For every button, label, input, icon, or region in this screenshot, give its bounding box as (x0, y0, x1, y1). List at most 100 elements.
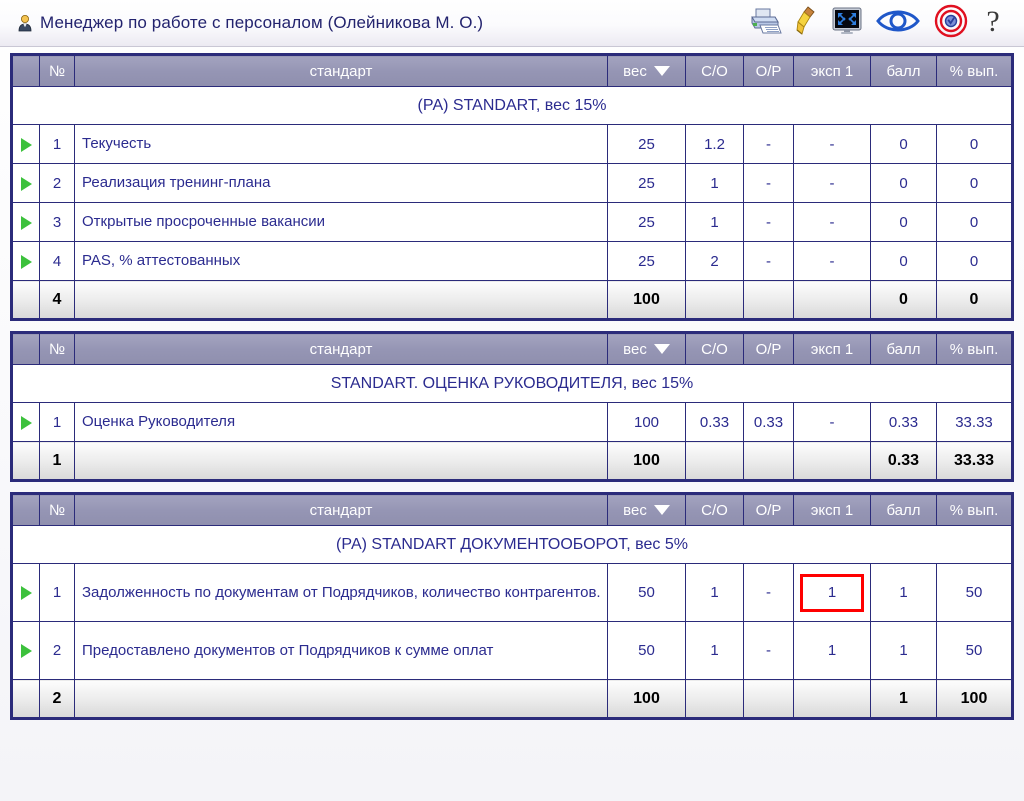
table-row[interactable]: 1 Текучесть 25 1.2 - - 0 0 (12, 124, 1012, 164)
column-header-standard[interactable]: стандарт (74, 333, 608, 365)
cell-op[interactable]: - (743, 124, 794, 164)
group-title: STANDART. ОЦЕНКА РУКОВОДИТЕЛЯ, вес 15% (12, 364, 1012, 403)
cell-standard[interactable]: Открытые просроченные вакансии (74, 202, 608, 242)
column-header-exp1[interactable]: эксп 1 (793, 55, 871, 87)
brush-icon[interactable] (796, 5, 818, 41)
row-select-arrow-cell[interactable] (12, 563, 40, 622)
cell-exp1[interactable]: - (793, 402, 871, 442)
column-header-proc[interactable]: % вып. (936, 333, 1012, 365)
fullscreen-icon[interactable] (832, 7, 862, 40)
cell-op[interactable]: - (743, 563, 794, 622)
kpi-grid-area: № стандарт вес С/О О/Р эксп 1 балл % вып… (0, 47, 1024, 720)
cell-op[interactable]: - (743, 621, 794, 680)
total-op (743, 441, 794, 480)
column-header-op[interactable]: О/Р (743, 55, 794, 87)
column-header-exp1[interactable]: эксп 1 (793, 494, 871, 526)
cell-so[interactable]: 1.2 (685, 124, 744, 164)
total-ves: 100 (607, 441, 686, 480)
row-select-arrow-cell[interactable] (12, 241, 40, 281)
cell-standard[interactable]: PAS, % аттестованных (74, 241, 608, 281)
print-icon[interactable] (748, 6, 782, 41)
total-exp1 (793, 441, 871, 480)
cell-so[interactable]: 1 (685, 202, 744, 242)
column-header-standard[interactable]: стандарт (74, 55, 608, 87)
table-row[interactable]: 1 Оценка Руководителя 100 0.33 0.33 - 0.… (12, 402, 1012, 442)
cell-op[interactable]: - (743, 202, 794, 242)
table-row[interactable]: 4 PAS, % аттестованных 25 2 - - 0 0 (12, 241, 1012, 281)
cell-ves[interactable]: 50 (607, 563, 686, 622)
cell-so[interactable]: 0.33 (685, 402, 744, 442)
total-arrow-cell (12, 280, 40, 319)
column-header-ball[interactable]: балл (870, 494, 937, 526)
kpi-window: Менеджер по работе с персоналом (Олейник… (0, 0, 1024, 801)
column-header-ves[interactable]: вес (607, 55, 686, 87)
column-header-ves[interactable]: вес (607, 494, 686, 526)
sort-descending-icon (653, 66, 670, 76)
cell-so[interactable]: 1 (685, 163, 744, 203)
cell-standard[interactable]: Задолженность по документам от Подрядчик… (74, 563, 608, 622)
cell-standard[interactable]: Реализация тренинг-плана (74, 163, 608, 203)
cell-ves[interactable]: 50 (607, 621, 686, 680)
cell-ves[interactable]: 25 (607, 202, 686, 242)
cell-exp1[interactable]: - (793, 163, 871, 203)
cell-standard[interactable]: Предоставлено документов от Подрядчиков … (74, 621, 608, 680)
total-standard (74, 679, 608, 718)
column-header-so[interactable]: С/О (685, 333, 744, 365)
play-arrow-icon (20, 415, 32, 430)
cell-ves[interactable]: 25 (607, 163, 686, 203)
cell-exp1[interactable]: - (793, 124, 871, 164)
row-select-arrow-cell[interactable] (12, 163, 40, 203)
row-select-arrow-cell[interactable] (12, 202, 40, 242)
cell-exp1[interactable]: 1 (793, 621, 871, 680)
column-header-num[interactable]: № (39, 55, 75, 87)
column-header-ball[interactable]: балл (870, 55, 937, 87)
row-select-arrow-cell[interactable] (12, 621, 40, 680)
cell-ves[interactable]: 100 (607, 402, 686, 442)
cell-exp1[interactable]: - (793, 202, 871, 242)
row-select-arrow-cell[interactable] (12, 402, 40, 442)
column-header-num[interactable]: № (39, 494, 75, 526)
column-header-proc[interactable]: % вып. (936, 55, 1012, 87)
cell-op[interactable]: - (743, 163, 794, 203)
group-title-row: (РА) STANDART ДОКУМЕНТООБОРОТ, вес 5% (12, 525, 1012, 564)
cell-proc: 0 (936, 124, 1012, 164)
column-header-so[interactable]: С/О (685, 494, 744, 526)
table-row[interactable]: 2 Реализация тренинг-плана 25 1 - - 0 0 (12, 163, 1012, 203)
table-total-row: 2 100 1 100 (12, 679, 1012, 718)
row-select-arrow-cell[interactable] (12, 124, 40, 164)
help-icon[interactable]: ? (982, 5, 1004, 42)
cell-ves[interactable]: 25 (607, 124, 686, 164)
cell-op[interactable]: 0.33 (743, 402, 794, 442)
cell-so[interactable]: 2 (685, 241, 744, 281)
table-row[interactable]: 2 Предоставлено документов от Подрядчико… (12, 621, 1012, 680)
column-header-so[interactable]: С/О (685, 55, 744, 87)
cell-standard[interactable]: Текучесть (74, 124, 608, 164)
toolbar-icons: ? (748, 4, 1010, 43)
target-icon[interactable] (934, 4, 968, 43)
column-header-op[interactable]: О/Р (743, 333, 794, 365)
column-header-ves-label: вес (623, 340, 647, 358)
cell-so[interactable]: 1 (685, 621, 744, 680)
cell-standard[interactable]: Оценка Руководителя (74, 402, 608, 442)
total-arrow-cell (12, 441, 40, 480)
cell-op[interactable]: - (743, 241, 794, 281)
column-header-exp1[interactable]: эксп 1 (793, 333, 871, 365)
column-header-proc[interactable]: % вып. (936, 494, 1012, 526)
column-header-arrow (12, 55, 40, 87)
column-header-standard[interactable]: стандарт (74, 494, 608, 526)
sort-descending-icon (653, 344, 670, 354)
column-header-ball[interactable]: балл (870, 333, 937, 365)
cell-exp1[interactable]: - (793, 241, 871, 281)
column-header-op[interactable]: О/Р (743, 494, 794, 526)
total-ball: 1 (870, 679, 937, 718)
table-row[interactable]: 3 Открытые просроченные вакансии 25 1 - … (12, 202, 1012, 242)
total-exp1 (793, 679, 871, 718)
cell-exp1-focused[interactable]: 1 (793, 563, 871, 622)
column-header-num[interactable]: № (39, 333, 75, 365)
eye-icon[interactable] (876, 6, 920, 41)
table-row[interactable]: 1 Задолженность по документам от Подрядч… (12, 563, 1012, 622)
cell-so[interactable]: 1 (685, 563, 744, 622)
column-header-ves[interactable]: вес (607, 333, 686, 365)
total-proc: 0 (936, 280, 1012, 319)
cell-ves[interactable]: 25 (607, 241, 686, 281)
